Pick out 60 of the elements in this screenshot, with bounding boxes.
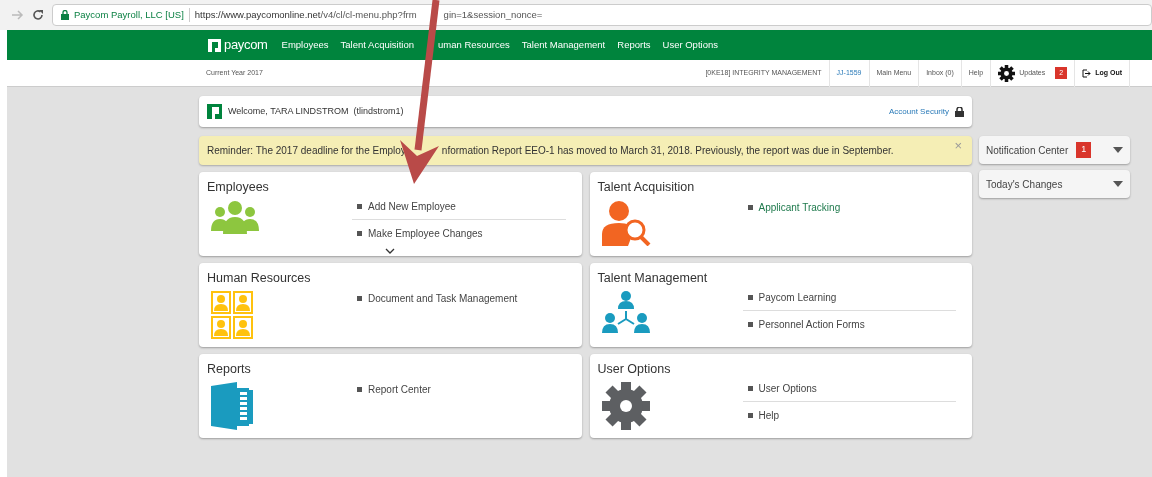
logo-icon bbox=[208, 38, 221, 52]
nav-link[interactable]: Talent Acquisition bbox=[340, 37, 414, 53]
url-text: gin=1&session_nonce= bbox=[443, 7, 543, 22]
bullet-icon bbox=[357, 204, 362, 209]
module-link[interactable]: User Options bbox=[758, 381, 817, 396]
bullet-icon bbox=[747, 412, 753, 418]
binder-icon bbox=[211, 381, 255, 430]
people-network-icon bbox=[601, 290, 650, 333]
card-title: Talent Acquisition bbox=[597, 180, 696, 196]
lock-icon bbox=[955, 106, 964, 117]
logo-icon bbox=[207, 104, 222, 119]
module-link[interactable]: Personnel Action Forms bbox=[758, 316, 865, 332]
module-link[interactable]: Add New Employee bbox=[368, 199, 456, 214]
notification-count: 1 bbox=[1076, 142, 1092, 158]
bullet-icon bbox=[357, 230, 362, 236]
reminder-text: Reminder: The 2017 deadline for the Employ bbox=[207, 144, 406, 158]
card-title: Reports bbox=[207, 362, 252, 378]
bullet-icon bbox=[747, 321, 753, 327]
dropdown-caret-icon[interactable] bbox=[1113, 181, 1123, 187]
welcome-text: Welcome, TARA LINDSTROM (tlindstrom1) bbox=[228, 104, 404, 118]
logout-icon[interactable] bbox=[1082, 68, 1092, 78]
bullet-icon bbox=[357, 386, 362, 392]
module-link[interactable]: Help bbox=[758, 407, 780, 423]
card-title: Talent Management bbox=[597, 271, 709, 287]
badge-grid-icon bbox=[211, 290, 253, 339]
chevron-down-icon[interactable] bbox=[385, 248, 395, 254]
bullet-icon bbox=[747, 204, 753, 210]
logo-text: paycom bbox=[224, 36, 268, 55]
address-bar[interactable]: Paycom Payroll, LLC [US] https://www.paycomonline.net/v4/cl/cl-menu.php?frm gin=1&session_nonce= bbox=[52, 4, 1152, 26]
gear-icon bbox=[601, 381, 650, 430]
people-icon bbox=[211, 199, 259, 234]
panel-title: Notification Center bbox=[986, 143, 1069, 158]
card-title: User Options bbox=[597, 362, 672, 378]
card-title: Human Resources bbox=[207, 271, 312, 287]
bullet-icon bbox=[357, 295, 362, 301]
side-panel[interactable]: Notification Center 1 bbox=[979, 136, 1130, 164]
bullet-icon bbox=[747, 295, 753, 300]
nav-link[interactable]: Employees bbox=[281, 37, 329, 53]
lock-icon bbox=[61, 10, 69, 20]
card-title: Employees bbox=[207, 180, 270, 196]
nav-link[interactable]: uman Resources bbox=[438, 37, 510, 53]
reload-icon[interactable] bbox=[32, 9, 44, 21]
panel-title: Today's Changes bbox=[986, 177, 1063, 192]
module-link[interactable]: Report Center bbox=[368, 381, 431, 397]
nav-link[interactable]: User Options bbox=[662, 37, 718, 53]
account-security-link[interactable]: Account Security bbox=[888, 105, 949, 118]
person-magnifier-icon bbox=[601, 199, 652, 246]
url-text: https://www.paycomonline.net/v4/cl/cl-menu.php?frm bbox=[194, 7, 417, 22]
module-link[interactable]: Make Employee Changes bbox=[368, 225, 483, 241]
site-label: Paycom Payroll, LLC [US] bbox=[74, 7, 184, 22]
bullet-icon bbox=[747, 386, 753, 391]
module-link[interactable]: Paycom Learning bbox=[758, 290, 837, 305]
dropdown-caret-icon[interactable] bbox=[1113, 147, 1123, 153]
nav-link[interactable]: Talent Management bbox=[521, 37, 606, 53]
reminder-text: nformation Report EEO-1 has moved to March 31, 2018. Previously, the report was due in September. bbox=[441, 144, 894, 158]
nav-link[interactable]: Reports bbox=[617, 37, 651, 53]
gear-icon[interactable] bbox=[998, 64, 1016, 82]
side-panel[interactable]: Today's Changes bbox=[979, 170, 1130, 198]
module-link[interactable]: Applicant Tracking bbox=[758, 199, 841, 215]
module-link[interactable]: Document and Task Management bbox=[368, 290, 518, 306]
